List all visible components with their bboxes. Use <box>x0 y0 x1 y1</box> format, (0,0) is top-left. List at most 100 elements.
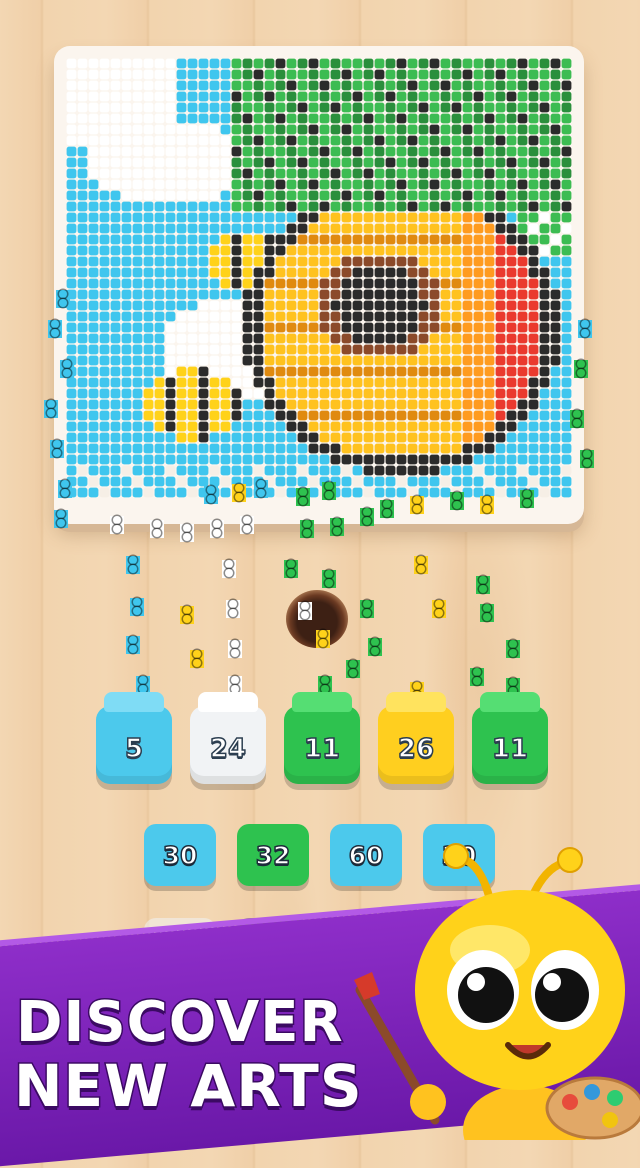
ant-jar-4[interactable]: 26 <box>378 692 454 784</box>
pixel-cell <box>462 69 473 80</box>
pixel-cell <box>77 69 88 80</box>
pixel-cell <box>110 190 121 201</box>
pixel-cell <box>154 168 165 179</box>
pixel-cell <box>242 80 253 91</box>
pixel-cell <box>495 289 506 300</box>
ant-sprite <box>296 488 310 506</box>
ant-jar-2[interactable]: 24 <box>190 692 266 784</box>
ant-jar-3[interactable]: 11 <box>284 692 360 784</box>
pixel-cell <box>308 289 319 300</box>
pixel-cell <box>154 234 165 245</box>
pixel-cell <box>253 465 264 476</box>
pixel-cell <box>132 190 143 201</box>
pixel-cell <box>220 432 231 443</box>
pixel-cell <box>220 113 231 124</box>
pixel-cell <box>407 58 418 69</box>
pixel-cell <box>110 333 121 344</box>
pixel-cell <box>165 344 176 355</box>
pixel-cell <box>88 476 99 487</box>
pixel-cell <box>374 157 385 168</box>
pixel-cell <box>440 135 451 146</box>
pixel-cell <box>154 91 165 102</box>
pixel-cell <box>88 278 99 289</box>
pixel-cell <box>550 432 561 443</box>
pixel-cell <box>473 113 484 124</box>
pixel-cell <box>550 487 561 498</box>
pixel-cell <box>429 322 440 333</box>
pixel-cell <box>352 487 363 498</box>
pixel-cell <box>506 410 517 421</box>
pixel-cell <box>396 146 407 157</box>
pixel-cell <box>561 157 572 168</box>
pixel-cell <box>242 465 253 476</box>
queue-tile[interactable]: 30 <box>144 824 216 886</box>
pixel-cell <box>264 212 275 223</box>
ant-jar-5[interactable]: 11 <box>472 692 548 784</box>
pixel-cell <box>231 91 242 102</box>
ant-sprite <box>58 480 72 498</box>
pixel-cell <box>374 487 385 498</box>
pixel-cell <box>528 421 539 432</box>
pixel-cell <box>77 344 88 355</box>
pixel-cell <box>242 410 253 421</box>
pixel-cell <box>66 388 77 399</box>
pixel-cell <box>418 91 429 102</box>
pixel-cell <box>462 454 473 465</box>
pixel-cell <box>319 212 330 223</box>
pixel-cell <box>264 256 275 267</box>
queue-tile[interactable]: 32 <box>237 824 309 886</box>
pixel-cell <box>506 113 517 124</box>
pixel-cell <box>165 410 176 421</box>
pixel-cell <box>539 278 550 289</box>
ant-sprite <box>228 640 242 658</box>
ant-jar-1[interactable]: 5 <box>96 692 172 784</box>
pixel-cell <box>88 201 99 212</box>
pixel-cell <box>352 344 363 355</box>
pixel-cell <box>143 201 154 212</box>
pixel-cell <box>154 377 165 388</box>
pixel-cell <box>242 443 253 454</box>
pixel-cell <box>319 146 330 157</box>
pixel-cell <box>418 146 429 157</box>
pixel-cell <box>385 223 396 234</box>
pixel-cell <box>374 102 385 113</box>
pixel-cell <box>176 454 187 465</box>
pixel-cell <box>176 256 187 267</box>
pixel-cell <box>88 212 99 223</box>
pixel-cell <box>165 58 176 69</box>
pixel-cell <box>484 388 495 399</box>
pixel-cell <box>132 135 143 146</box>
pixel-cell <box>539 421 550 432</box>
pixel-cell <box>154 322 165 333</box>
pixel-cell <box>330 443 341 454</box>
pixel-cell <box>132 399 143 410</box>
pixel-cell <box>110 377 121 388</box>
pixel-cell <box>132 322 143 333</box>
pixel-cell <box>253 223 264 234</box>
pixel-cell <box>550 113 561 124</box>
pixel-cell <box>363 256 374 267</box>
pixel-cell <box>319 366 330 377</box>
pixel-cell <box>429 58 440 69</box>
pixel-cell <box>110 399 121 410</box>
pixel-cell <box>198 333 209 344</box>
pixel-cell <box>88 487 99 498</box>
pixel-cell <box>440 69 451 80</box>
pixel-cell <box>341 179 352 190</box>
pixel-cell <box>220 278 231 289</box>
pixel-cell <box>77 179 88 190</box>
pixel-cell <box>187 245 198 256</box>
pixel-cell <box>77 135 88 146</box>
pixel-cell <box>451 58 462 69</box>
pixel-cell <box>110 344 121 355</box>
pixel-cell <box>539 454 550 465</box>
pixel-cell <box>198 190 209 201</box>
pixel-cell <box>297 366 308 377</box>
ant-sprite <box>506 640 520 658</box>
pixel-cell <box>484 333 495 344</box>
pixel-cell <box>429 278 440 289</box>
pixel-cell <box>550 223 561 234</box>
pixel-cell <box>253 135 264 146</box>
pixel-art-canvas[interactable] <box>66 58 572 498</box>
pixel-cell <box>418 223 429 234</box>
